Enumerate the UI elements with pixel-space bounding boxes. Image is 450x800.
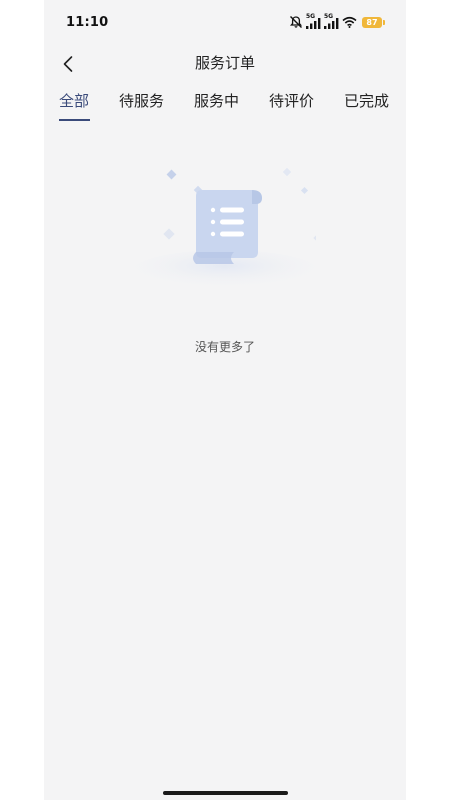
tab-completed[interactable]: 已完成 bbox=[344, 90, 389, 120]
battery-icon: 87 bbox=[362, 16, 385, 28]
wifi-icon bbox=[342, 16, 357, 28]
signal-icon: 5G bbox=[324, 13, 339, 29]
tab-indicator bbox=[59, 119, 90, 121]
tab-pending-review[interactable]: 待评价 bbox=[269, 90, 314, 120]
page-title: 服务订单 bbox=[194, 54, 255, 72]
network-type-label: 5G bbox=[306, 13, 316, 20]
home-indicator[interactable] bbox=[163, 791, 288, 795]
status-bar: 11:10 5G 5G 87 bbox=[44, 0, 406, 46]
app-screen: 11:10 5G 5G 87 服务订单 全部 待服务 服务中 待评价 已完成 没… bbox=[44, 0, 406, 800]
status-time: 11:10 bbox=[66, 15, 109, 30]
nav-bar: 服务订单 bbox=[44, 46, 406, 80]
mute-icon bbox=[289, 16, 303, 28]
tab-all[interactable]: 全部 bbox=[59, 90, 89, 120]
tab-in-service[interactable]: 服务中 bbox=[194, 90, 239, 120]
tab-pending-service[interactable]: 待服务 bbox=[119, 90, 164, 120]
empty-list-icon bbox=[134, 167, 316, 290]
empty-state-message: 没有更多了 bbox=[194, 340, 255, 354]
network-type-label: 5G bbox=[324, 13, 334, 20]
order-tabs: 全部 待服务 服务中 待评价 已完成 bbox=[44, 86, 406, 126]
signal-icon: 5G bbox=[306, 13, 321, 29]
status-icons: 5G 5G 87 bbox=[289, 13, 385, 30]
